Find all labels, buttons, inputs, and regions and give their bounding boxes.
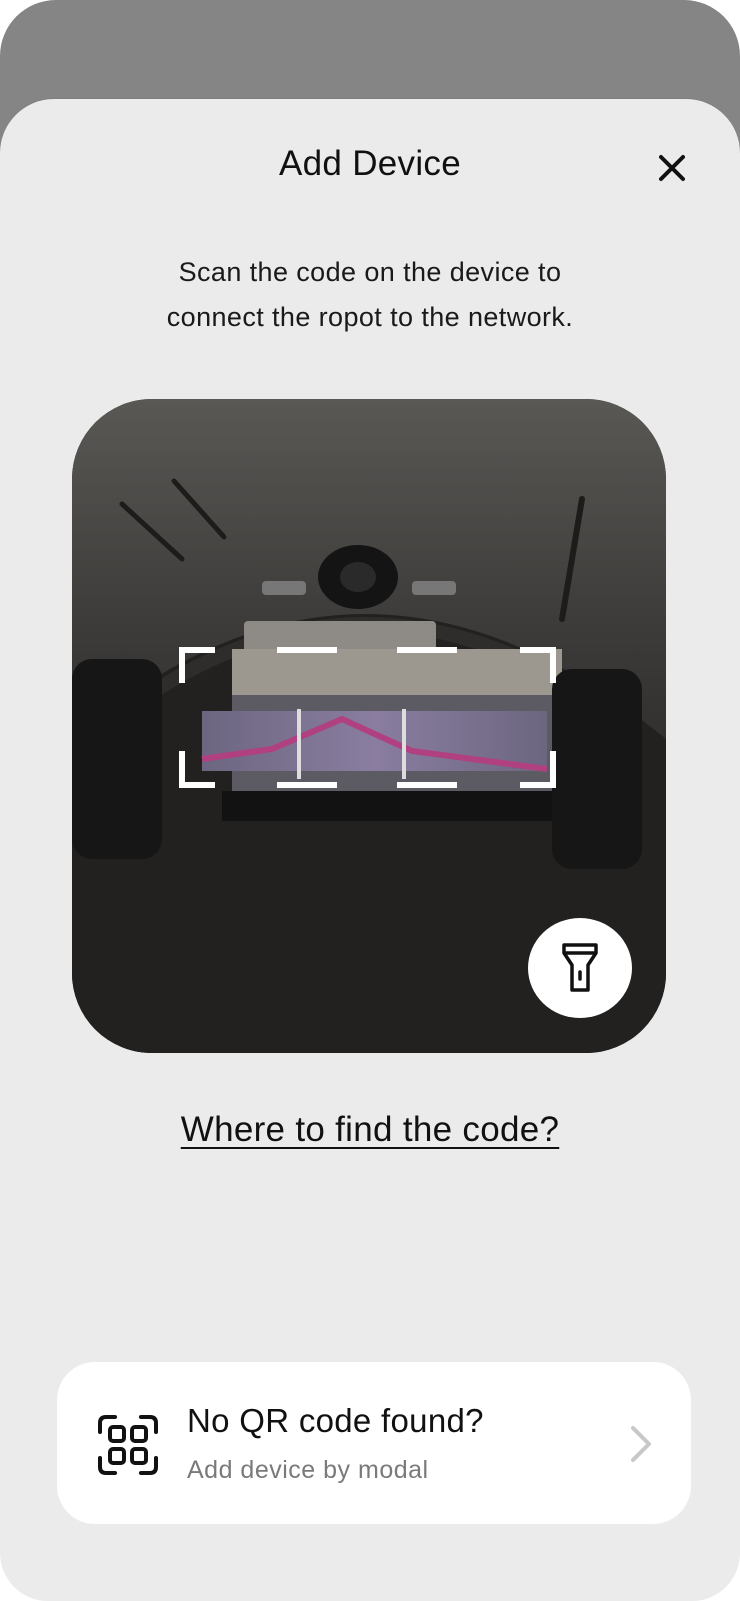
chevron-right-icon bbox=[631, 1426, 651, 1462]
close-button[interactable] bbox=[652, 148, 692, 188]
instruction-line-1: Scan the code on the device to bbox=[178, 257, 562, 287]
flashlight-icon bbox=[562, 943, 598, 992]
instruction-line-2: connect the ropot to the network. bbox=[166, 302, 574, 332]
flashlight-button[interactable] bbox=[528, 918, 632, 1018]
camera-viewfinder bbox=[72, 399, 666, 1053]
qr-scan-icon bbox=[98, 1415, 158, 1475]
manual-add-device-card[interactable]: No QR code found? Add device by modal bbox=[57, 1362, 691, 1524]
manual-add-title: No QR code found? bbox=[187, 1402, 484, 1439]
page-title: Add Device bbox=[279, 144, 461, 183]
scan-instruction: Scan the code on the device to connect t… bbox=[90, 250, 650, 340]
where-to-find-code-link[interactable]: Where to find the code? bbox=[0, 1110, 740, 1150]
manual-add-subtitle: Add device by modal bbox=[187, 1456, 429, 1484]
close-icon bbox=[659, 155, 685, 181]
help-link-text[interactable]: Where to find the code? bbox=[181, 1110, 560, 1149]
